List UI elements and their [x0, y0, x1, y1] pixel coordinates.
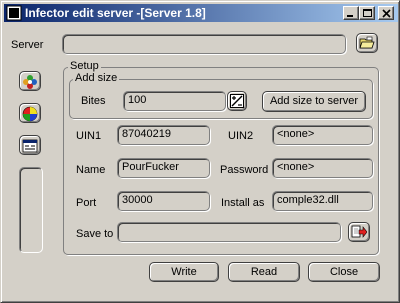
color-circle-button[interactable]: [19, 103, 41, 123]
add-size-to-server-button[interactable]: Add size to server: [262, 91, 366, 112]
install-as-label: Install as: [221, 197, 265, 209]
app-icon: [6, 5, 22, 21]
uin2-label: UIN2: [228, 130, 254, 142]
minimize-button[interactable]: [343, 6, 359, 20]
save-arrow-icon: [351, 225, 367, 238]
title-bar[interactable]: Infector edit server -[Server 1.8]: [4, 4, 398, 22]
calculator-button[interactable]: [227, 91, 247, 111]
name-input[interactable]: PourFucker: [117, 158, 210, 178]
folder-open-icon: [359, 36, 375, 49]
minimize-icon: [347, 15, 353, 17]
save-to-label: Save to: [76, 228, 114, 240]
close-dialog-button[interactable]: Close: [308, 262, 380, 282]
uin1-input[interactable]: 87040219: [117, 125, 210, 145]
window-icon: [22, 139, 38, 153]
port-input[interactable]: 30000: [117, 191, 210, 211]
maximize-button[interactable]: [359, 6, 375, 20]
write-button[interactable]: Write: [149, 262, 219, 282]
name-label: Name: [76, 164, 106, 176]
port-label: Port: [76, 197, 97, 209]
window-title: Infector edit server -[Server 1.8]: [25, 6, 206, 20]
close-button[interactable]: [378, 6, 394, 20]
maximize-icon: [363, 9, 372, 17]
uin1-label: UIN1: [76, 130, 102, 142]
browse-server-button[interactable]: [356, 33, 378, 53]
save-to-input[interactable]: [117, 222, 341, 242]
add-size-label: Add size: [73, 72, 120, 84]
calculator-icon: [230, 94, 244, 108]
close-icon: [382, 9, 391, 18]
install-as-input[interactable]: comple32.dll: [272, 191, 373, 211]
flower-icon: [23, 75, 37, 89]
save-to-browse-button[interactable]: [348, 222, 370, 242]
flower-button[interactable]: [19, 71, 41, 91]
password-input[interactable]: <none>: [272, 158, 373, 178]
infector-window: Infector edit server -[Server 1.8] Serve…: [0, 0, 400, 303]
color-circle-icon: [22, 106, 38, 122]
read-button[interactable]: Read: [228, 262, 300, 282]
left-panel: [19, 167, 43, 253]
server-label: Server: [11, 39, 44, 51]
bites-input[interactable]: 100: [123, 91, 226, 111]
bites-label: Bites: [81, 95, 106, 107]
uin2-input[interactable]: <none>: [272, 125, 373, 145]
password-label: Password: [220, 164, 269, 176]
window-button[interactable]: [19, 135, 41, 155]
server-input[interactable]: [62, 34, 346, 54]
setup-label: Setup: [68, 60, 101, 72]
